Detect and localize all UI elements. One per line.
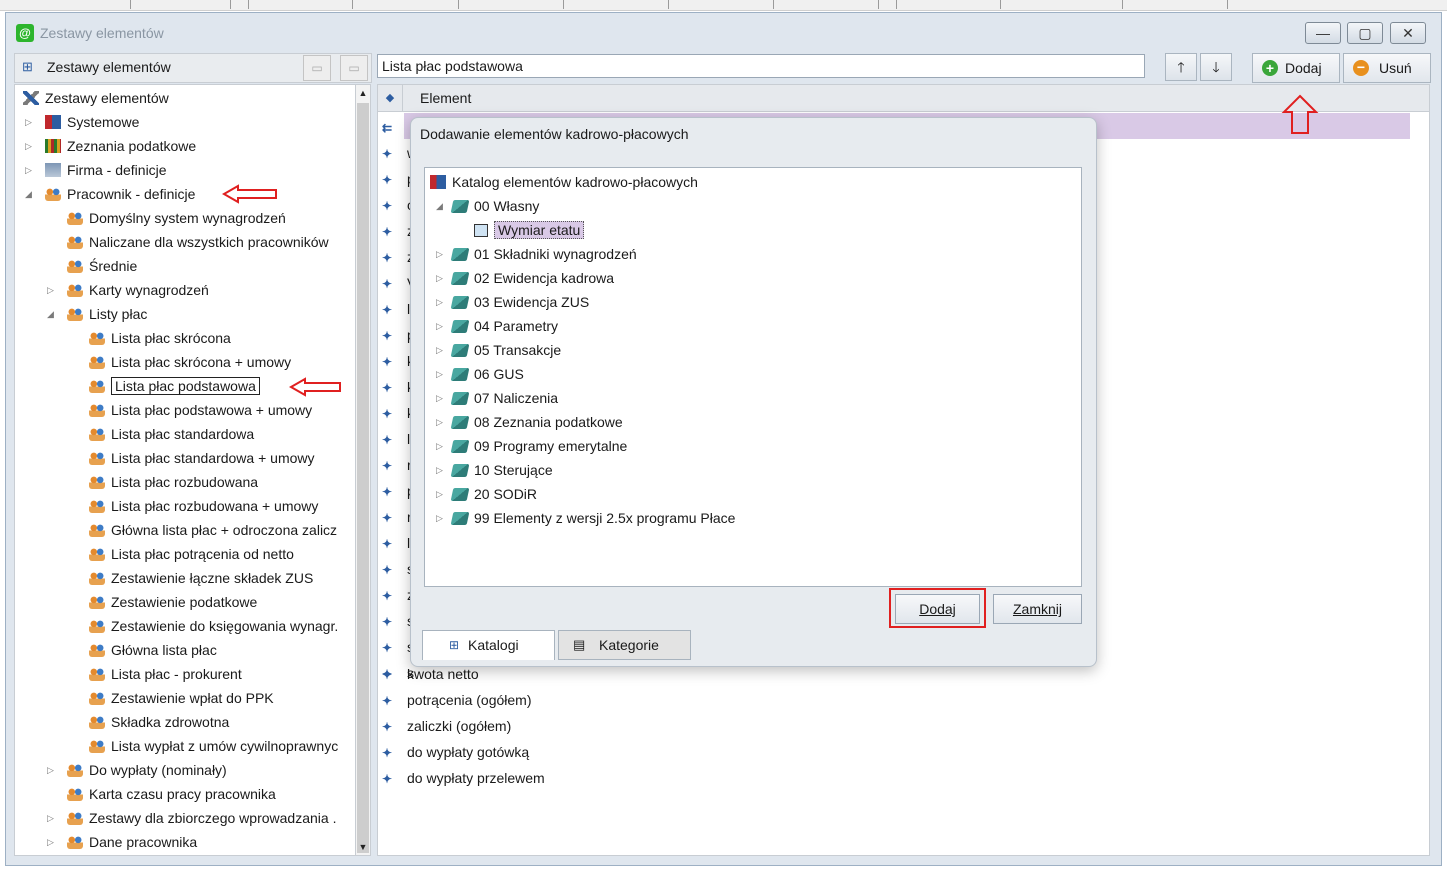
catalog-item-label: 04 Parametry: [474, 318, 559, 334]
tab-categories[interactable]: ▤ Kategorie: [558, 630, 691, 660]
catalog-book-icon: [450, 200, 470, 213]
catalog-book-icon: [450, 368, 470, 381]
catalog-book-icon: [450, 320, 470, 333]
catalog-item-label: 06 GUS: [474, 366, 524, 382]
catalog-item[interactable]: ▷ 06 GUS: [436, 363, 524, 385]
catalog-item-label: 01 Składniki wynagrodzeń: [474, 246, 637, 262]
catalog-item[interactable]: ▷ 05 Transakcje: [436, 339, 562, 361]
tab-catalogs[interactable]: ⊞ Katalogi: [422, 630, 555, 660]
expand-arrow-icon[interactable]: ▷: [436, 435, 443, 457]
catalog-book-icon: [450, 512, 470, 525]
catalog-item[interactable]: ▷ 03 Ewidencja ZUS: [436, 291, 590, 313]
catalog-item-label: 05 Transakcje: [474, 342, 562, 358]
expand-arrow-icon[interactable]: ▷: [436, 315, 443, 337]
dialog-close-button[interactable]: Zamknij: [993, 594, 1082, 624]
catalog-item[interactable]: ▷ 20 SODiR: [436, 483, 538, 505]
element-window-icon: [474, 224, 488, 237]
tree-view-icon: ⊞: [449, 638, 460, 652]
annotation-arrow-left-icon: [221, 184, 277, 204]
catalog-root-label: Katalog elementów kadrowo-płacowych: [452, 174, 698, 190]
catalog-book-icon: [450, 488, 470, 501]
catalog-item[interactable]: ▷ 01 Składniki wynagrodzeń: [436, 243, 637, 265]
catalog-item-label: 02 Ewidencja kadrowa: [474, 270, 615, 286]
catalog-item-label: 07 Naliczenia: [474, 390, 559, 406]
annotation-arrow-left-icon: [288, 377, 341, 397]
catalog-book-icon: [450, 344, 470, 357]
expand-arrow-icon[interactable]: ▷: [436, 387, 443, 409]
expand-arrow-icon[interactable]: ▷: [436, 483, 443, 505]
catalog-item[interactable]: ▷ 02 Ewidencja kadrowa: [436, 267, 615, 289]
dialog-add-button[interactable]: Dodaj: [895, 594, 980, 624]
expand-arrow-icon[interactable]: ▷: [436, 339, 443, 361]
expand-arrow-icon[interactable]: ▷: [436, 411, 443, 433]
catalog-root[interactable]: Katalog elementów kadrowo-płacowych: [430, 171, 698, 193]
catalog-item[interactable]: ▷ 09 Programy emerytalne: [436, 435, 628, 457]
catalog-book-icon: [450, 416, 470, 429]
list-icon: ▤: [573, 637, 586, 652]
catalog-book-icon: [450, 248, 470, 261]
dialog-title: Dodawanie elementów kadrowo-płacowych: [420, 126, 689, 142]
catalog-item[interactable]: ◢ 00 Własny: [436, 195, 540, 217]
catalog-item[interactable]: ▷ 04 Parametry: [436, 315, 559, 337]
catalog-book-icon: [450, 392, 470, 405]
collapse-arrow-icon[interactable]: ◢: [436, 195, 443, 217]
catalog-item[interactable]: ▷ 10 Sterujące: [436, 459, 553, 481]
expand-arrow-icon[interactable]: ▷: [436, 459, 443, 481]
catalog-item[interactable]: ▷ 99 Elementy z wersji 2.5x programu Płac…: [436, 507, 736, 529]
expand-arrow-icon[interactable]: ▷: [436, 267, 443, 289]
expand-arrow-icon[interactable]: ▷: [436, 507, 443, 529]
expand-arrow-icon[interactable]: ▷: [436, 363, 443, 385]
catalog-item[interactable]: ▷ 07 Naliczenia: [436, 387, 559, 409]
catalog-item[interactable]: ▷ 08 Zeznania podatkowe: [436, 411, 623, 433]
catalog-item-label: 09 Programy emerytalne: [474, 438, 628, 454]
catalog-item-label: 99 Elementy z wersji 2.5x programu Płace: [474, 510, 736, 526]
catalog-item-label: 10 Sterujące: [474, 462, 553, 478]
catalog-item-label: 03 Ewidencja ZUS: [474, 294, 590, 310]
catalog-item-label: 00 Własny: [474, 198, 540, 214]
catalog-item[interactable]: Wymiar etatu: [474, 219, 585, 241]
expand-arrow-icon[interactable]: ▷: [436, 291, 443, 313]
catalog-book-icon: [450, 296, 470, 309]
annotation-arrow-up-icon: [1281, 94, 1319, 134]
catalog-item-label: Wymiar etatu: [494, 221, 585, 239]
catalog-item-label: 20 SODiR: [474, 486, 538, 502]
catalog-icon: [430, 175, 446, 189]
catalog-book-icon: [450, 272, 470, 285]
catalog-book-icon: [450, 440, 470, 453]
tab-catalogs-label: Katalogi: [468, 637, 519, 653]
catalog-item-label: 08 Zeznania podatkowe: [474, 414, 623, 430]
catalog-book-icon: [450, 464, 470, 477]
tab-categories-label: Kategorie: [599, 637, 659, 653]
expand-arrow-icon[interactable]: ▷: [436, 243, 443, 265]
